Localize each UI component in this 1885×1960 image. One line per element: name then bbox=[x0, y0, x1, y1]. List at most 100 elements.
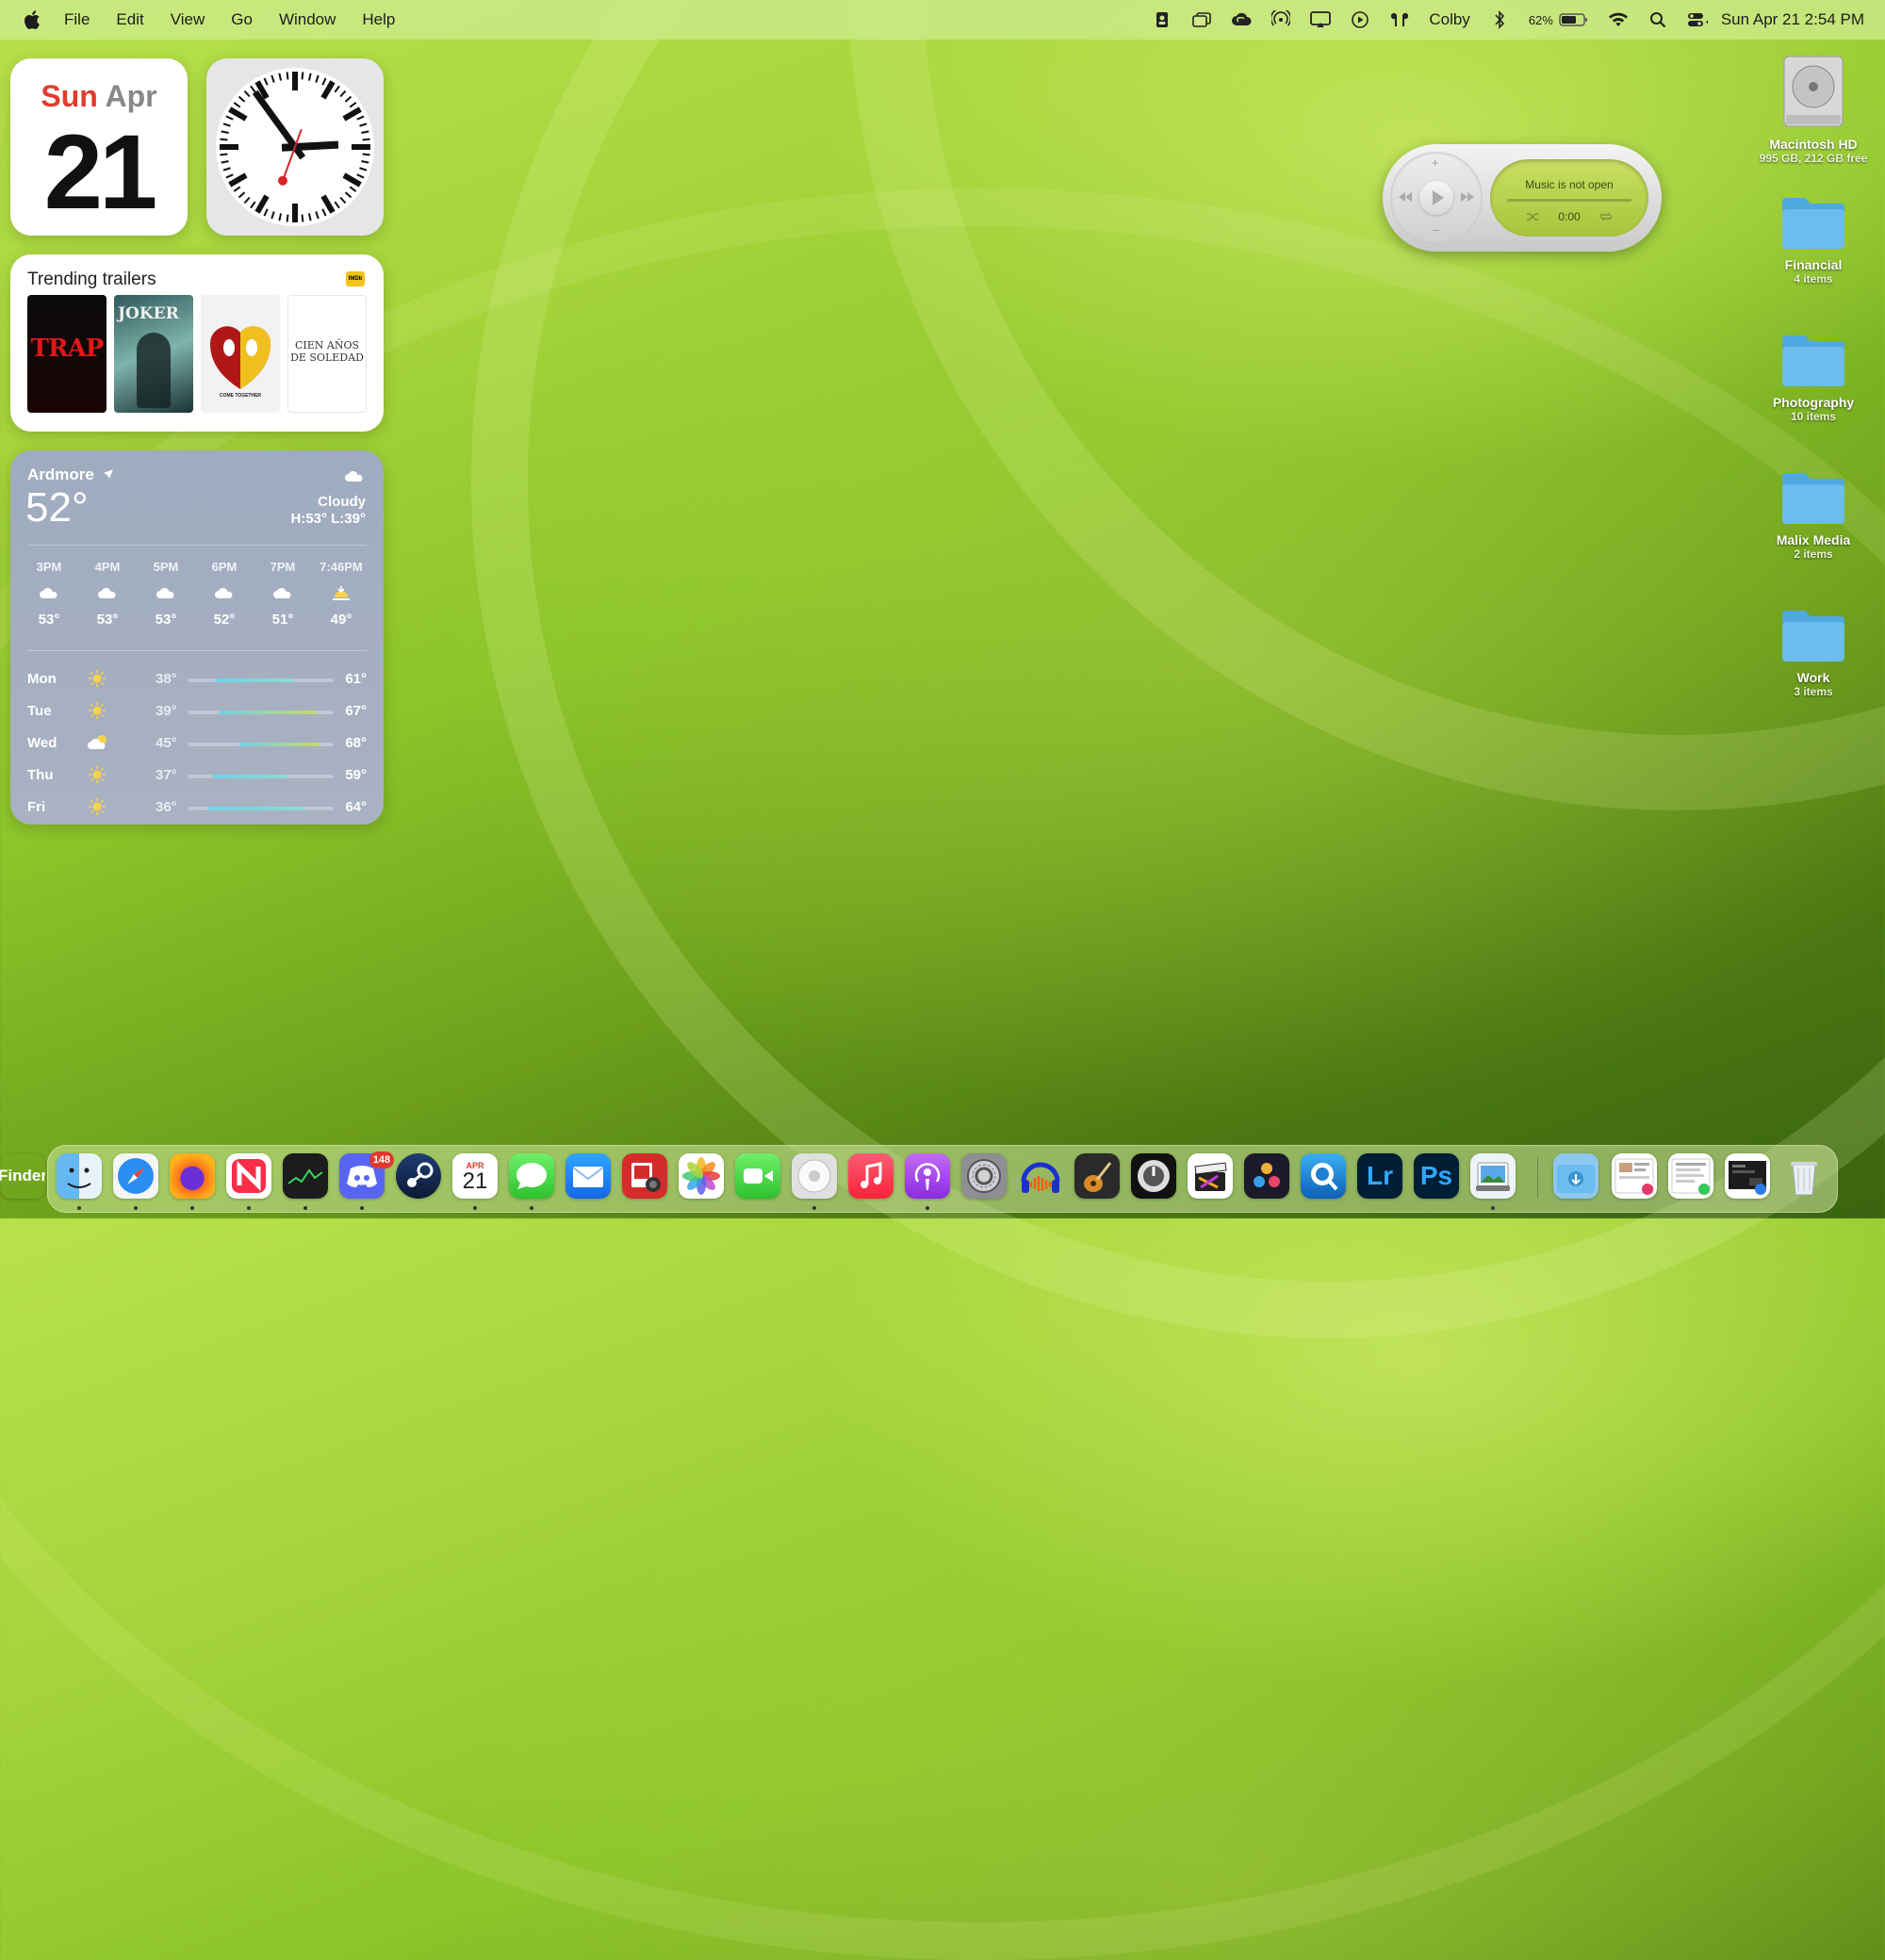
play-icon bbox=[1433, 190, 1444, 205]
contacts-status-icon[interactable] bbox=[1152, 10, 1172, 29]
music-progress-bar[interactable] bbox=[1507, 199, 1631, 202]
menu-file[interactable]: File bbox=[64, 10, 90, 29]
day-low: 36° bbox=[156, 799, 177, 815]
menu-finder[interactable]: Finder bbox=[0, 1153, 45, 1199]
control-center-icon[interactable] bbox=[1687, 10, 1708, 29]
trailer-poster-deadpool-wolverine[interactable]: COME TOGETHER bbox=[201, 295, 280, 413]
desktop-item-financial[interactable]: Financial 4 items bbox=[1753, 192, 1874, 286]
hour-temp: 51° bbox=[271, 612, 294, 628]
dock-stocks[interactable] bbox=[283, 1153, 328, 1199]
dock-trash[interactable] bbox=[1781, 1153, 1827, 1199]
apple-menu-icon[interactable] bbox=[21, 8, 41, 31]
menu-go[interactable]: Go bbox=[231, 10, 253, 29]
dock-mail[interactable] bbox=[566, 1153, 611, 1199]
safari-compass-icon bbox=[118, 1158, 154, 1194]
battery-icon[interactable] bbox=[1559, 10, 1589, 29]
menu-help[interactable]: Help bbox=[362, 10, 395, 29]
clock-widget[interactable] bbox=[206, 58, 384, 236]
folder-icon bbox=[1782, 198, 1844, 249]
dock-photos[interactable] bbox=[679, 1153, 724, 1199]
next-track-icon[interactable] bbox=[1460, 191, 1475, 203]
davinci-resolve-icon bbox=[1254, 1163, 1280, 1187]
photo-booth-icon bbox=[631, 1163, 661, 1192]
music-click-wheel[interactable]: + − bbox=[1390, 152, 1483, 244]
dock-downloads-stack[interactable] bbox=[1553, 1153, 1598, 1199]
desktop-item-macintosh-hd[interactable]: Macintosh HD 995 GB, 212 GB free bbox=[1753, 49, 1874, 165]
dock-calendar[interactable]: APR 21 bbox=[452, 1153, 498, 1199]
now-playing-icon[interactable] bbox=[1350, 10, 1370, 29]
dock-final-cut-pro[interactable] bbox=[1188, 1153, 1233, 1199]
spotlight-icon[interactable] bbox=[1647, 10, 1668, 29]
screen-mirroring-icon[interactable] bbox=[1310, 10, 1332, 29]
wifi-icon[interactable] bbox=[1608, 10, 1629, 29]
dock-preview[interactable] bbox=[1470, 1153, 1516, 1199]
volume-up-icon[interactable]: + bbox=[1432, 155, 1439, 170]
airdrop-icon[interactable] bbox=[1270, 10, 1291, 29]
desktop-item-photography[interactable]: Photography 10 items bbox=[1753, 330, 1874, 423]
temp-range-bar bbox=[208, 807, 306, 810]
trending-trailers-widget[interactable]: Trending trailers IMDb TRAP JOKER COME T… bbox=[10, 254, 384, 432]
dock-steam[interactable] bbox=[396, 1153, 441, 1199]
desktop-item-malix-media[interactable]: Malix Media 2 items bbox=[1753, 467, 1874, 561]
dock-finder[interactable] bbox=[57, 1153, 102, 1199]
dock-audacity[interactable] bbox=[1018, 1153, 1063, 1199]
bluetooth-icon[interactable] bbox=[1489, 10, 1510, 29]
dock-firefox[interactable] bbox=[170, 1153, 215, 1199]
menu-edit[interactable]: Edit bbox=[116, 10, 143, 29]
trailer-poster-cien-anos[interactable]: CIEN AÑOS DE SOLEDAD bbox=[287, 295, 367, 413]
dock-system-settings[interactable] bbox=[961, 1153, 1007, 1199]
dock-quicktime[interactable] bbox=[1301, 1153, 1346, 1199]
calendar-weekday: Sun bbox=[41, 79, 98, 113]
dock-recent-document-2[interactable] bbox=[1668, 1153, 1713, 1199]
quicktime-icon bbox=[1311, 1163, 1338, 1191]
hourly-forecast: 4PM 53° bbox=[82, 560, 133, 628]
weather-divider bbox=[27, 545, 367, 546]
airpods-icon[interactable] bbox=[1389, 10, 1410, 29]
temp-range-track bbox=[188, 775, 334, 778]
dock-recent-document-1[interactable] bbox=[1612, 1153, 1657, 1199]
weather-condition: Cloudy bbox=[318, 494, 366, 510]
dock-podcasts[interactable] bbox=[905, 1153, 950, 1199]
music-widget[interactable]: + − Music is not open 0:00 bbox=[1383, 144, 1662, 252]
creative-cloud-icon[interactable] bbox=[1231, 10, 1252, 29]
location-arrow-icon bbox=[103, 469, 113, 479]
dock-recent-document-3[interactable] bbox=[1725, 1153, 1770, 1199]
menu-view[interactable]: View bbox=[171, 10, 205, 29]
dock-messages[interactable] bbox=[509, 1153, 554, 1199]
dock-separator bbox=[1537, 1157, 1538, 1199]
dock-music[interactable] bbox=[848, 1153, 893, 1199]
battery-percentage[interactable]: 62% bbox=[1529, 13, 1553, 27]
dock-image-capture[interactable] bbox=[792, 1153, 837, 1199]
stage-manager-icon[interactable] bbox=[1191, 10, 1212, 29]
menu-window[interactable]: Window bbox=[279, 10, 336, 29]
daily-forecast-row: Wed 45° 68° bbox=[27, 731, 367, 756]
daily-forecast-row: Thu 37° 59° bbox=[27, 763, 367, 788]
dock-logic-pro[interactable] bbox=[1131, 1153, 1176, 1199]
running-indicator bbox=[190, 1206, 194, 1210]
dock-garageband[interactable] bbox=[1074, 1153, 1120, 1199]
previous-track-icon[interactable] bbox=[1398, 191, 1413, 203]
running-indicator bbox=[530, 1206, 533, 1210]
trailer-poster-trap[interactable]: TRAP bbox=[27, 295, 107, 413]
menubar-clock[interactable]: Sun Apr 21 2:54 PM bbox=[1721, 10, 1864, 29]
dock-photoshop[interactable]: Ps bbox=[1414, 1153, 1459, 1199]
dock-davinci-resolve[interactable] bbox=[1244, 1153, 1289, 1199]
weather-divider bbox=[27, 650, 367, 651]
user-name[interactable]: Colby bbox=[1429, 10, 1469, 29]
dock-photo-booth[interactable] bbox=[622, 1153, 667, 1199]
repeat-icon[interactable] bbox=[1599, 211, 1613, 222]
play-button[interactable] bbox=[1419, 181, 1453, 215]
trailer-poster-joker[interactable]: JOKER bbox=[114, 295, 193, 413]
desktop-item-work[interactable]: Work 3 items bbox=[1753, 605, 1874, 698]
sun-icon bbox=[88, 765, 107, 788]
calendar-widget[interactable]: Sun Apr 21 bbox=[10, 58, 188, 236]
dock-lightroom[interactable]: Lr bbox=[1357, 1153, 1402, 1199]
running-indicator bbox=[812, 1206, 816, 1210]
cloud-icon bbox=[345, 470, 363, 482]
volume-down-icon[interactable]: − bbox=[1433, 223, 1440, 237]
weather-widget[interactable]: Ardmore 52° Cloudy H:53° L:39° 3PM 53° 4PM… bbox=[10, 450, 384, 825]
dock-safari[interactable] bbox=[113, 1153, 158, 1199]
temp-range-bar bbox=[219, 710, 317, 714]
dock-facetime[interactable] bbox=[735, 1153, 780, 1199]
dock-news[interactable] bbox=[226, 1153, 271, 1199]
